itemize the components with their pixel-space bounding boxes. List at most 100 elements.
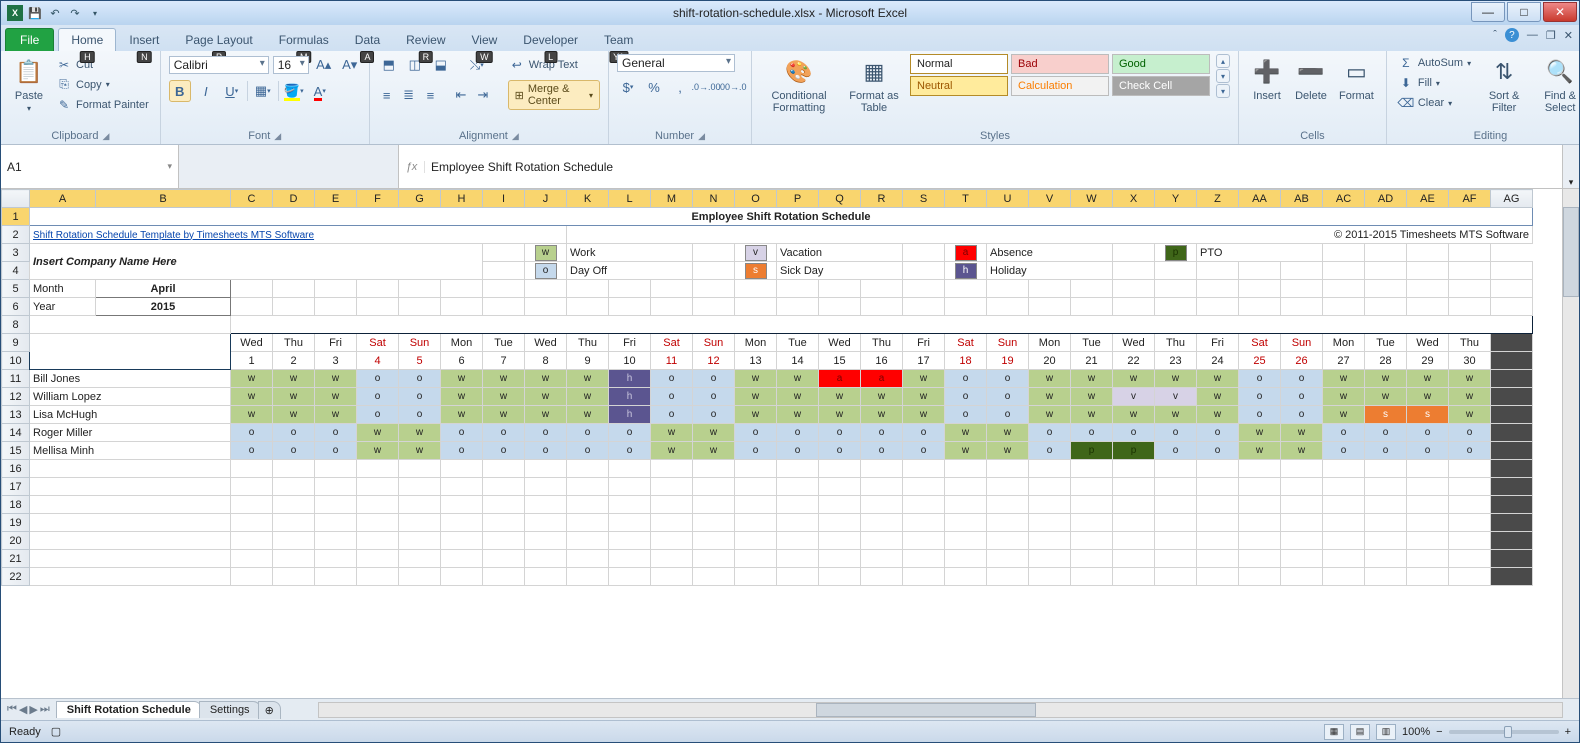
copy-button[interactable]: ⎘Copy▾ (53, 76, 152, 94)
shift-cell[interactable]: o (1407, 442, 1449, 460)
font-size-select[interactable]: 16 (273, 56, 309, 74)
row-header[interactable]: 5 (2, 280, 30, 298)
shift-cell[interactable]: w (231, 406, 273, 424)
style-check-cell[interactable]: Check Cell (1112, 76, 1210, 96)
shift-cell[interactable]: o (1323, 442, 1365, 460)
employee-name[interactable]: Bill Jones (30, 370, 231, 388)
shift-cell[interactable]: p (1113, 442, 1155, 460)
col-header[interactable]: L (609, 190, 651, 208)
shift-cell[interactable]: o (819, 424, 861, 442)
save-icon[interactable]: 💾 (27, 5, 43, 21)
style-calculation[interactable]: Calculation (1011, 76, 1109, 96)
shift-cell[interactable]: w (651, 442, 693, 460)
shift-cell[interactable]: w (567, 406, 609, 424)
shift-cell[interactable]: o (441, 424, 483, 442)
shift-cell[interactable]: w (987, 442, 1029, 460)
shift-cell[interactable]: o (609, 442, 651, 460)
shift-cell[interactable]: w (903, 370, 945, 388)
grow-font-icon[interactable]: A▴ (313, 54, 335, 76)
col-header[interactable]: E (315, 190, 357, 208)
ribbon-tab-view[interactable]: ViewW (459, 28, 511, 51)
bold-button[interactable]: B (169, 80, 191, 102)
row-header[interactable]: 16 (2, 460, 30, 478)
shift-cell[interactable]: o (1071, 424, 1113, 442)
styles-down-icon[interactable]: ▾ (1216, 69, 1230, 83)
shift-cell[interactable]: w (735, 388, 777, 406)
row-header[interactable]: 3 (2, 244, 30, 262)
shift-cell[interactable]: w (1449, 388, 1491, 406)
col-header[interactable]: O (735, 190, 777, 208)
number-launcher-icon[interactable]: ◢ (698, 131, 705, 141)
shift-cell[interactable]: o (315, 442, 357, 460)
vertical-scrollbar[interactable] (1562, 189, 1579, 698)
shift-cell[interactable]: o (357, 370, 399, 388)
shift-cell[interactable]: s (1407, 406, 1449, 424)
ribbon-tab-formulas[interactable]: FormulasM (266, 28, 342, 51)
shift-cell[interactable]: w (525, 388, 567, 406)
shift-cell[interactable]: w (861, 406, 903, 424)
shift-cell[interactable]: w (315, 406, 357, 424)
shift-cell[interactable]: w (483, 388, 525, 406)
sort-filter-button[interactable]: ⇅Sort & Filter (1478, 54, 1530, 116)
shift-cell[interactable]: o (651, 370, 693, 388)
shift-cell[interactable]: o (399, 370, 441, 388)
shift-cell[interactable]: w (861, 388, 903, 406)
ribbon-tab-team[interactable]: TeamY1 (591, 28, 646, 51)
shift-cell[interactable]: w (819, 406, 861, 424)
shift-cell[interactable]: o (1281, 388, 1323, 406)
clipboard-launcher-icon[interactable]: ◢ (102, 131, 109, 141)
workbook-close-icon[interactable]: ✕ (1564, 29, 1573, 42)
fill-button[interactable]: ⬇Fill▾ (1395, 74, 1474, 92)
shift-cell[interactable]: o (1239, 406, 1281, 424)
decrease-decimal-icon[interactable]: .00→.0 (721, 76, 743, 98)
shift-cell[interactable]: o (525, 424, 567, 442)
col-header[interactable]: S (903, 190, 945, 208)
shift-cell[interactable]: o (357, 388, 399, 406)
shift-cell[interactable]: w (441, 370, 483, 388)
worksheet-grid[interactable]: ABCDEFGHIJKLMNOPQRSTUVWXYZAAABACADAEAFAG… (1, 189, 1579, 698)
col-header[interactable]: A (30, 190, 96, 208)
style-normal[interactable]: Normal (910, 54, 1008, 74)
row-header[interactable]: 10 (2, 352, 30, 370)
row-header[interactable]: 12 (2, 388, 30, 406)
shift-cell[interactable]: o (903, 424, 945, 442)
redo-icon[interactable]: ↷ (67, 5, 83, 21)
shift-cell[interactable]: w (315, 370, 357, 388)
tab-prev-icon[interactable]: ◀ (19, 703, 27, 716)
shift-cell[interactable]: w (945, 442, 987, 460)
shift-cell[interactable]: s (1365, 406, 1407, 424)
shift-cell[interactable]: o (945, 370, 987, 388)
undo-icon[interactable]: ↶ (47, 5, 63, 21)
tab-first-icon[interactable]: ⏮ (7, 703, 17, 716)
shift-cell[interactable]: w (483, 370, 525, 388)
shift-cell[interactable]: w (357, 424, 399, 442)
shift-cell[interactable]: w (273, 388, 315, 406)
shift-cell[interactable]: w (1071, 388, 1113, 406)
shift-cell[interactable]: o (861, 424, 903, 442)
font-launcher-icon[interactable]: ◢ (274, 131, 281, 141)
sheet-tab-new[interactable]: ⊕ (258, 701, 281, 719)
shift-cell[interactable]: o (483, 424, 525, 442)
row-header[interactable]: 11 (2, 370, 30, 388)
shift-cell[interactable]: o (1449, 442, 1491, 460)
tab-next-icon[interactable]: ▶ (29, 703, 37, 716)
align-center-icon[interactable]: ≣ (400, 84, 418, 106)
format-as-table-button[interactable]: ▦Format as Table (842, 54, 906, 116)
shift-cell[interactable]: o (1239, 388, 1281, 406)
row-header[interactable]: 21 (2, 550, 30, 568)
shift-cell[interactable]: o (1155, 442, 1197, 460)
shift-cell[interactable]: w (1155, 406, 1197, 424)
shift-cell[interactable]: o (1197, 442, 1239, 460)
view-page-layout-icon[interactable]: ▤ (1350, 724, 1370, 740)
shift-cell[interactable]: w (231, 388, 273, 406)
row-header[interactable]: 14 (2, 424, 30, 442)
row-header[interactable]: 19 (2, 514, 30, 532)
col-header[interactable]: K (567, 190, 609, 208)
shift-cell[interactable]: h (609, 388, 651, 406)
maximize-button[interactable]: □ (1507, 2, 1541, 22)
styles-up-icon[interactable]: ▴ (1216, 54, 1230, 68)
shift-cell[interactable]: w (273, 406, 315, 424)
row-header[interactable]: 13 (2, 406, 30, 424)
shift-cell[interactable]: o (1239, 370, 1281, 388)
decrease-indent-icon[interactable]: ⇤ (452, 84, 470, 106)
